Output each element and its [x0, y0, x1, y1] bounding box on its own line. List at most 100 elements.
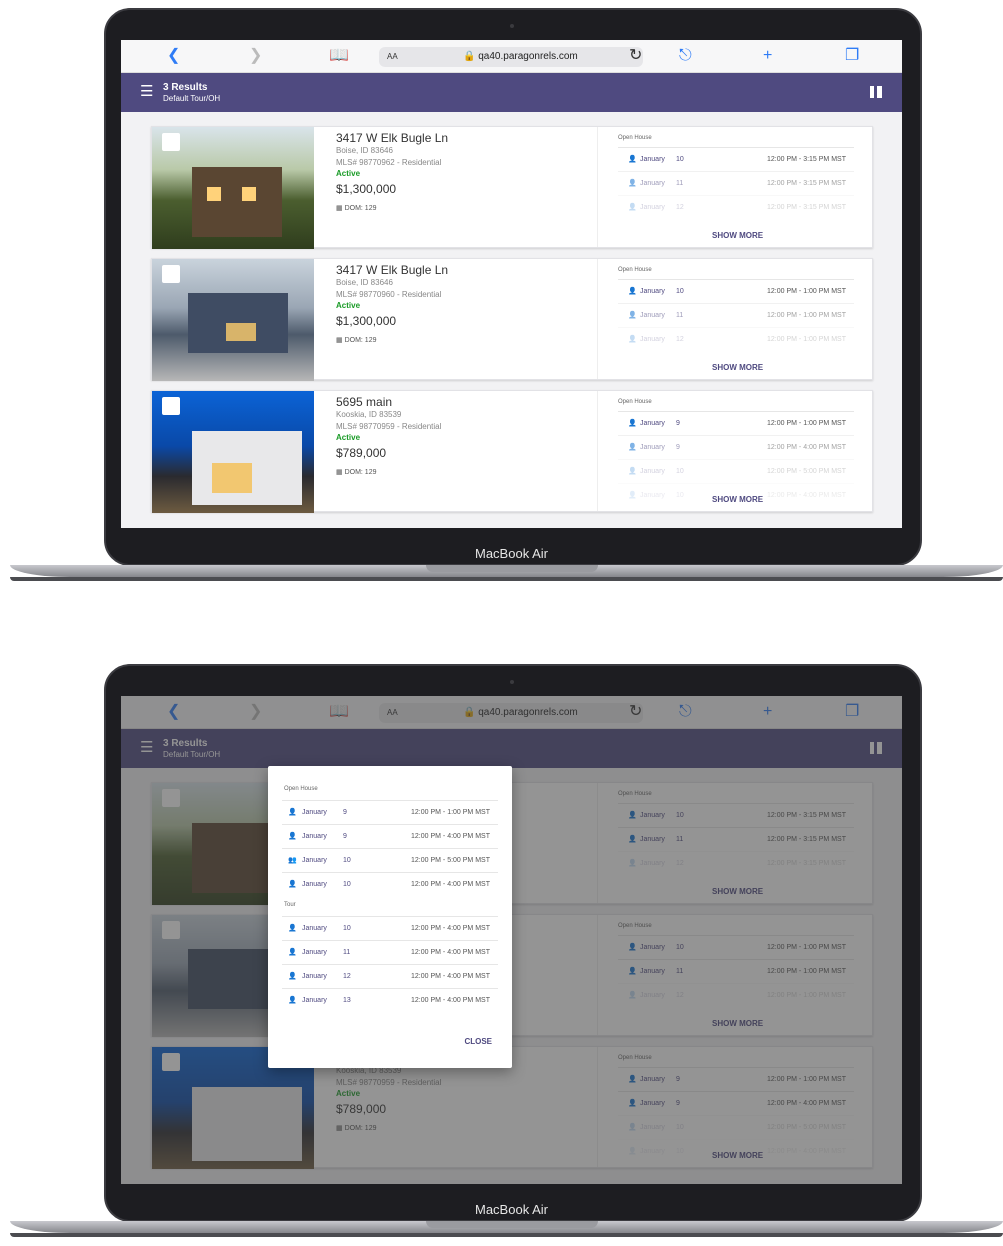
status-badge: Active — [336, 301, 361, 310]
sidebar-toggle-icon[interactable] — [870, 86, 882, 98]
results-count: 3 Results — [163, 82, 208, 93]
listing-card[interactable]: 3417 W Elk Bugle Ln Boise, ID 83646 MLS#… — [151, 258, 873, 381]
event-time: 12:00 PM - 4:00 PM MST — [411, 925, 490, 932]
listing-info: 3417 W Elk Bugle Ln Boise, ID 83646 MLS#… — [336, 131, 606, 212]
select-checkbox[interactable] — [162, 265, 180, 283]
event-day: 10 — [676, 492, 684, 499]
calendar-icon: ▦ — [336, 337, 343, 344]
status-badge: Active — [336, 169, 361, 178]
app-header: ☰ 3 Results Default Tour/OH — [121, 73, 902, 112]
open-house-label: Open House — [618, 135, 652, 141]
person-icon: 👤 — [628, 492, 637, 499]
forward-icon[interactable]: ❯ — [249, 47, 262, 65]
event-day: 10 — [676, 288, 684, 295]
listing-address[interactable]: 3417 W Elk Bugle Ln — [336, 263, 606, 277]
listing-address[interactable]: 5695 main — [336, 395, 606, 409]
status-badge: Active — [336, 433, 361, 442]
listing-address[interactable]: 3417 W Elk Bugle Ln — [336, 131, 606, 145]
event-day: 10 — [676, 156, 684, 163]
book-icon[interactable]: 📖 — [329, 47, 349, 65]
listing-photo[interactable] — [152, 391, 314, 513]
modal-open-house-label: Open House — [284, 786, 318, 792]
dom-value: DOM: 129 — [344, 337, 377, 344]
dom-label: ▦ DOM: 129 — [336, 204, 606, 212]
person-icon: 👤 — [628, 156, 637, 163]
event-day: 9 — [676, 444, 680, 451]
event-time: 12:00 PM - 3:15 PM MST — [767, 204, 846, 211]
modal-tour-label: Tour — [284, 902, 296, 908]
screen: ❮ ❯ 📖 AA 🔒 qa40.paragonrels.com ↻ ⎋ + ❐ … — [121, 40, 902, 528]
event-row: 👤January 10 12:00 PM - 5:00 PM MST — [618, 459, 854, 483]
event-month: January — [640, 336, 665, 343]
listing-info: 3417 W Elk Bugle Ln Boise, ID 83646 MLS#… — [336, 263, 606, 344]
person-icon: 👤 — [288, 925, 297, 932]
event-month: January — [640, 288, 665, 295]
listing-photo[interactable] — [152, 127, 314, 249]
modal-tour-row: 👤 January 11 12:00 PM - 4:00 PM MST — [282, 940, 498, 964]
listing-card[interactable]: 3417 W Elk Bugle Ln Boise, ID 83646 MLS#… — [151, 126, 873, 249]
share-icon[interactable]: ⎋ — [679, 47, 692, 65]
modal-event-row: 👤 January 9 12:00 PM - 1:00 PM MST — [282, 800, 498, 824]
person-icon: 👤 — [628, 204, 637, 211]
event-day: 10 — [343, 881, 351, 888]
select-checkbox[interactable] — [162, 397, 180, 415]
listing-mls: MLS# 98770962 - Residential — [336, 158, 442, 167]
text-size-button[interactable]: AA — [387, 47, 398, 67]
event-day: 9 — [676, 420, 680, 427]
modal-tour-row: 👤 January 12 12:00 PM - 4:00 PM MST — [282, 964, 498, 988]
select-checkbox[interactable] — [162, 133, 180, 151]
dom-value: DOM: 129 — [344, 205, 377, 212]
event-month: January — [640, 204, 665, 211]
event-time: 12:00 PM - 5:00 PM MST — [411, 857, 490, 864]
event-time: 12:00 PM - 5:00 PM MST — [767, 468, 846, 475]
event-month: January — [302, 973, 327, 980]
reload-icon[interactable]: ↻ — [629, 47, 642, 65]
person-icon: 👤 — [628, 468, 637, 475]
event-time: 12:00 PM - 1:00 PM MST — [411, 809, 490, 816]
event-time: 12:00 PM - 3:15 PM MST — [767, 156, 846, 163]
event-time: 12:00 PM - 4:00 PM MST — [767, 444, 846, 451]
laptop-label: MacBook Air — [475, 546, 548, 561]
person-icon: 👤 — [628, 312, 637, 319]
safari-toolbar: ❮ ❯ 📖 AA 🔒 qa40.paragonrels.com ↻ ⎋ + ❐ — [121, 40, 902, 73]
person-icon: 👤 — [288, 949, 297, 956]
address-bar[interactable]: AA 🔒 qa40.paragonrels.com — [379, 47, 643, 67]
open-house-label: Open House — [618, 267, 652, 273]
event-day: 9 — [343, 833, 347, 840]
event-time: 12:00 PM - 4:00 PM MST — [767, 492, 846, 499]
event-month: January — [302, 809, 327, 816]
listing-photo[interactable] — [152, 259, 314, 381]
modal-tour-row: 👤 January 10 12:00 PM - 4:00 PM MST — [282, 916, 498, 940]
event-day: 12 — [343, 973, 351, 980]
tabs-icon[interactable]: ❐ — [845, 47, 859, 65]
modal-tour-row: 👤 January 13 12:00 PM - 4:00 PM MST — [282, 988, 498, 1012]
person-icon: 👤 — [628, 420, 637, 427]
close-button[interactable]: CLOSE — [464, 1037, 492, 1046]
modal-event-row: 👥 January 10 12:00 PM - 5:00 PM MST — [282, 848, 498, 872]
modal-event-row: 👤 January 10 12:00 PM - 4:00 PM MST — [282, 872, 498, 896]
schedule-modal: Open House 👤 January 9 12:00 PM - 1:00 PM M… — [268, 766, 512, 1068]
listing-list: 3417 W Elk Bugle Ln Boise, ID 83646 MLS#… — [151, 126, 873, 522]
back-icon[interactable]: ❮ — [167, 47, 180, 65]
event-day: 11 — [676, 312, 684, 319]
laptop-top: ❮ ❯ 📖 AA 🔒 qa40.paragonrels.com ↻ ⎋ + ❐ … — [0, 0, 1003, 590]
event-row: 👤January 12 12:00 PM - 3:15 PM MST — [618, 195, 854, 219]
open-house-label: Open House — [618, 399, 652, 405]
event-month: January — [302, 833, 327, 840]
show-more-button[interactable]: SHOW MORE — [712, 231, 763, 240]
hamburger-menu-icon[interactable]: ☰ — [140, 84, 153, 100]
event-day: 12 — [676, 204, 684, 211]
new-tab-icon[interactable]: + — [763, 47, 772, 65]
listing-card[interactable]: 5695 main Kooskia, ID 83539 MLS# 9877095… — [151, 390, 873, 513]
event-time: 12:00 PM - 1:00 PM MST — [767, 420, 846, 427]
event-day: 11 — [676, 180, 684, 187]
event-time: 12:00 PM - 3:15 PM MST — [767, 180, 846, 187]
event-row: 👤January 11 12:00 PM - 1:00 PM MST — [618, 303, 854, 327]
person-icon: 👤 — [628, 180, 637, 187]
dom-label: ▦ DOM: 129 — [336, 336, 606, 344]
event-month: January — [640, 468, 665, 475]
show-more-button[interactable]: SHOW MORE — [712, 363, 763, 372]
person-icon: 👤 — [288, 973, 297, 980]
listing-price: $789,000 — [336, 446, 387, 460]
show-more-button[interactable]: SHOW MORE — [712, 495, 763, 504]
